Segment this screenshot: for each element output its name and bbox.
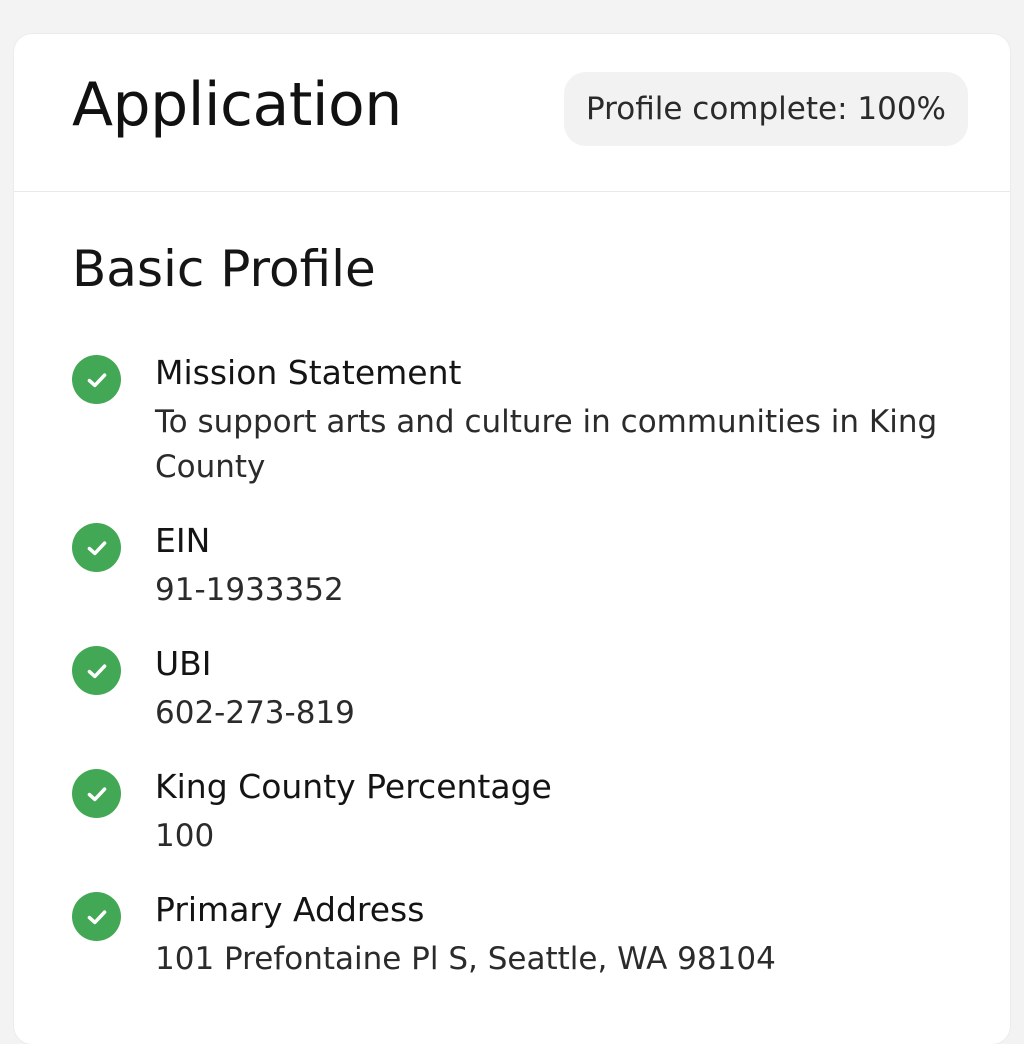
profile-progress-badge: Profile complete: 100% (564, 72, 968, 146)
field-value: To support arts and culture in communiti… (155, 404, 938, 485)
field-value: 101 Prefontaine Pl S, Seattle, WA 98104 (155, 941, 776, 977)
field-king-county-percentage[interactable]: King County Percentage 100 (72, 766, 972, 859)
field-label: UBI (155, 644, 212, 683)
field-value: 91-1933352 (155, 572, 344, 608)
field-ubi[interactable]: UBI 602-273-819 (72, 643, 972, 736)
page-title: Application (72, 70, 402, 140)
field-value: 602-273-819 (155, 695, 355, 731)
check-circle-icon (72, 355, 121, 404)
field-primary-address[interactable]: Primary Address 101 Prefontaine Pl S, Se… (72, 889, 972, 982)
field-label: EIN (155, 521, 211, 560)
field-label: King County Percentage (155, 767, 552, 806)
field-mission-statement[interactable]: Mission Statement To support arts and cu… (72, 352, 972, 490)
application-card: Application Profile complete: 100% Basic… (14, 34, 1010, 1044)
check-circle-icon (72, 769, 121, 818)
profile-field-list: Mission Statement To support arts and cu… (72, 352, 972, 1012)
field-label: Primary Address (155, 890, 425, 929)
check-circle-icon (72, 523, 121, 572)
field-label: Mission Statement (155, 353, 462, 392)
check-circle-icon (72, 892, 121, 941)
check-circle-icon (72, 646, 121, 695)
field-value: 100 (155, 818, 215, 854)
card-header: Application Profile complete: 100% (14, 34, 1010, 192)
field-ein[interactable]: EIN 91-1933352 (72, 520, 972, 613)
section-title: Basic Profile (72, 240, 376, 298)
